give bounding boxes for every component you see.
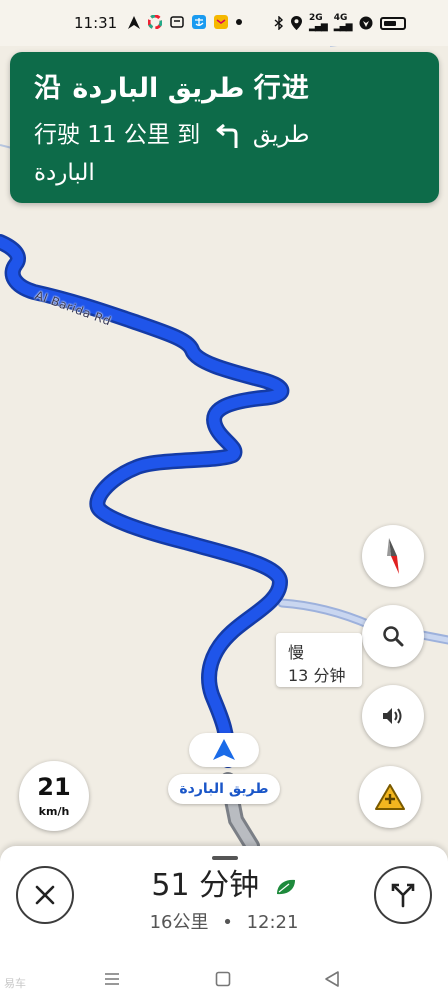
signal-2g-icon: 2G ▂▄▆ [309, 13, 328, 32]
compass-icon [387, 538, 399, 574]
speed-value: 21 [37, 773, 71, 801]
search-icon [383, 626, 404, 647]
system-nav-bar [0, 962, 448, 1000]
traffic-duration: 13 分钟 [288, 666, 346, 685]
direction-subtitle-prefix: 行驶 11 公里 到 [34, 122, 201, 148]
direction-banner[interactable]: 沿 طريق الباردة 行进 行驶 11 公里 到 طريق البارد… [10, 52, 439, 203]
signal-4g-icon: 4G ▂▄▆ [333, 13, 353, 32]
back-icon[interactable] [323, 970, 341, 988]
speed-unit: km/h [38, 805, 70, 818]
alipay-icon [192, 15, 206, 29]
add-report-icon [375, 784, 405, 810]
trip-distance: 16公里 [149, 912, 209, 933]
alternate-routes-button[interactable] [374, 866, 432, 924]
trip-sheet[interactable]: 51 分钟 16公里 • 12:21 [0, 846, 448, 1000]
traffic-status: 慢 [288, 643, 305, 662]
turn-left-icon [216, 123, 238, 148]
route-fork-icon [391, 883, 415, 908]
speedometer: 21 km/h [19, 761, 89, 831]
status-right-icons: 2G ▂▄▆ 4G ▂▄▆ [274, 14, 406, 32]
volume-icon [383, 708, 402, 724]
compass-button[interactable] [362, 525, 424, 587]
direction-subtitle: 行驶 11 公里 到 طريق الباردة [34, 116, 364, 192]
current-location-puck [189, 733, 259, 767]
vpn-icon [359, 16, 373, 30]
status-time: 11:31 [74, 14, 118, 32]
colorful-app-icon [148, 15, 162, 29]
current-road-pill: طريق الباردة [168, 774, 280, 804]
watermark: 易车 [4, 977, 26, 990]
home-icon[interactable] [214, 970, 232, 988]
status-bar: 11:31 2G ▂▄▆ 4G ▂▄▆ [0, 0, 448, 46]
arrival-time: 12:21 [246, 912, 299, 933]
battery-icon [379, 16, 406, 30]
trip-separator: • [222, 912, 233, 933]
sound-button[interactable] [362, 685, 424, 747]
taobao-icon [170, 16, 184, 28]
location-icon [291, 16, 302, 30]
report-incident-button[interactable] [359, 766, 421, 828]
direction-title: 沿 طريق الباردة 行进 [34, 73, 310, 104]
navigation-arrow-icon [128, 15, 140, 29]
status-left-icons [128, 15, 242, 29]
menu-icon[interactable] [103, 970, 121, 988]
eco-leaf-icon [276, 879, 295, 894]
bluetooth-icon [274, 16, 284, 30]
mail-icon [214, 15, 228, 29]
dot-icon [236, 19, 242, 25]
traffic-delay-label[interactable]: 慢 13 分钟 [276, 633, 362, 687]
navigation-arrow-icon [213, 739, 235, 760]
search-button[interactable] [362, 605, 424, 667]
